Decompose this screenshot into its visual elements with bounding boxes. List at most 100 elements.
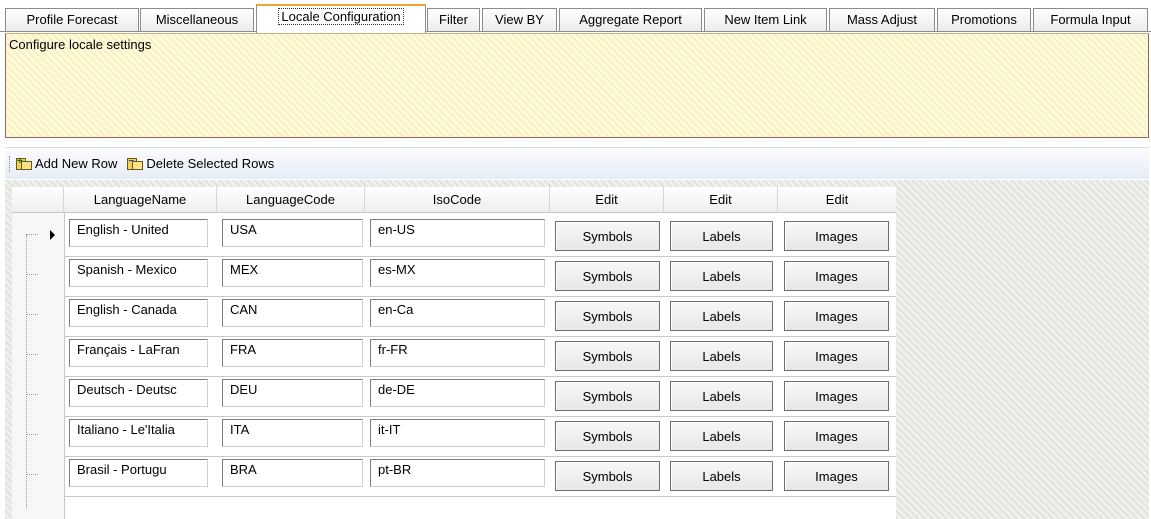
language-name-cell[interactable]: Italiano - Le'Italia [69, 419, 208, 447]
tab-strip-divider [0, 31, 1151, 32]
edit-images-button[interactable]: Images [784, 341, 889, 371]
edit-images-button[interactable]: Images [784, 221, 889, 251]
column-header-label: LanguageName [93, 192, 187, 207]
column-header-label: Edit [709, 192, 732, 207]
tree-connector [26, 314, 38, 315]
grid-toolbar: + Add New Row − Delete Selected Rows [5, 147, 1149, 179]
iso-code-cell[interactable]: en-US [370, 219, 545, 247]
language-name-cell[interactable]: Deutsch - Deutsc [69, 379, 208, 407]
tab-aggregate-report[interactable]: Aggregate Report [559, 8, 702, 31]
toolbar-grip[interactable] [9, 155, 12, 172]
edit-images-button[interactable]: Images [784, 301, 889, 331]
tab-label: Locale Configuration [278, 8, 404, 25]
add-new-row-label: Add New Row [35, 156, 118, 171]
column-header-iso-code[interactable]: IsoCode [365, 187, 550, 213]
row-separator [64, 296, 896, 297]
language-name-cell[interactable]: Français - LaFran [69, 339, 208, 367]
language-code-cell[interactable]: FRA [222, 339, 363, 367]
tab-label: Formula Input [1050, 12, 1131, 27]
description-panel: Configure locale settings [5, 33, 1149, 138]
tree-connector [26, 234, 38, 235]
tab-label: New Item Link [724, 12, 807, 27]
language-name-cell[interactable]: Brasil - Portugu [69, 459, 208, 487]
iso-code-cell[interactable]: es-MX [370, 259, 545, 287]
edit-labels-button[interactable]: Labels [670, 381, 773, 411]
tree-connector [26, 394, 38, 395]
tab-label: Promotions [951, 12, 1017, 27]
edit-labels-button[interactable]: Labels [670, 461, 773, 491]
tree-connector [26, 354, 38, 355]
row-separator [64, 416, 896, 417]
edit-symbols-button[interactable]: Symbols [555, 341, 660, 371]
tab-locale-configuration[interactable]: Locale Configuration [256, 4, 426, 33]
tab-strip: Profile Forecast Miscellaneous Locale Co… [0, 0, 1151, 33]
tree-connector [26, 274, 38, 275]
iso-code-cell[interactable]: de-DE [370, 379, 545, 407]
locale-grid: LanguageName LanguageCode IsoCode Edit E… [12, 187, 896, 519]
edit-images-button[interactable]: Images [784, 261, 889, 291]
tab-miscellaneous[interactable]: Miscellaneous [140, 8, 254, 31]
column-header-language-code[interactable]: LanguageCode [217, 187, 365, 213]
edit-images-button[interactable]: Images [784, 381, 889, 411]
tab-filter[interactable]: Filter [427, 8, 480, 31]
edit-symbols-button[interactable]: Symbols [555, 221, 660, 251]
column-header-label: Edit [825, 192, 849, 207]
edit-symbols-button[interactable]: Symbols [555, 461, 660, 491]
row-separator [64, 376, 896, 377]
column-header-edit-symbols[interactable]: Edit [550, 187, 664, 213]
tab-label: Profile Forecast [26, 12, 118, 27]
row-header-corner [12, 187, 64, 213]
grid-area: LanguageName LanguageCode IsoCode Edit E… [5, 180, 1149, 519]
tab-label: Filter [439, 12, 468, 27]
edit-images-button[interactable]: Images [784, 461, 889, 491]
add-row-icon: + [16, 156, 32, 170]
iso-code-cell[interactable]: pt-BR [370, 459, 545, 487]
add-new-row-button[interactable]: + Add New Row [16, 156, 117, 171]
tab-new-item-link[interactable]: New Item Link [704, 8, 827, 31]
tab-mass-adjust[interactable]: Mass Adjust [829, 8, 935, 31]
language-code-cell[interactable]: ITA [222, 419, 363, 447]
column-header-edit-labels[interactable]: Edit [664, 187, 778, 213]
language-code-cell[interactable]: USA [222, 219, 363, 247]
tab-view-by[interactable]: View BY [482, 8, 557, 31]
tree-connector [26, 434, 38, 435]
delete-selected-rows-label: Delete Selected Rows [146, 156, 275, 171]
iso-code-cell[interactable]: fr-FR [370, 339, 545, 367]
edit-labels-button[interactable]: Labels [670, 301, 773, 331]
tab-promotions[interactable]: Promotions [937, 8, 1031, 31]
edit-symbols-button[interactable]: Symbols [555, 261, 660, 291]
iso-code-cell[interactable]: en-Ca [370, 299, 545, 327]
column-header-label: IsoCode [432, 192, 482, 207]
language-code-cell[interactable]: BRA [222, 459, 363, 487]
tab-label: Aggregate Report [579, 12, 682, 27]
row-separator [64, 456, 896, 457]
language-name-cell[interactable]: Spanish - Mexico [69, 259, 208, 287]
row-header-strip [12, 213, 65, 519]
tab-label: View BY [495, 12, 544, 27]
language-code-cell[interactable]: MEX [222, 259, 363, 287]
tab-formula-input[interactable]: Formula Input [1033, 8, 1148, 31]
language-name-cell[interactable]: English - United [69, 219, 208, 247]
edit-labels-button[interactable]: Labels [670, 341, 773, 371]
delete-selected-rows-button[interactable]: − Delete Selected Rows [127, 156, 274, 171]
tab-profile-forecast[interactable]: Profile Forecast [5, 8, 139, 31]
tree-connector [26, 474, 38, 475]
edit-symbols-button[interactable]: Symbols [555, 301, 660, 331]
column-header-label: Edit [595, 192, 618, 207]
column-header-edit-images[interactable]: Edit [778, 187, 896, 213]
edit-symbols-button[interactable]: Symbols [555, 381, 660, 411]
current-row-indicator-icon [50, 230, 55, 240]
row-separator [64, 496, 896, 497]
edit-labels-button[interactable]: Labels [670, 221, 773, 251]
edit-labels-button[interactable]: Labels [670, 421, 773, 451]
language-code-cell[interactable]: DEU [222, 379, 363, 407]
tab-label: Mass Adjust [846, 12, 918, 27]
iso-code-cell[interactable]: it-IT [370, 419, 545, 447]
edit-labels-button[interactable]: Labels [670, 261, 773, 291]
column-header-language-name[interactable]: LanguageName [64, 187, 217, 213]
edit-symbols-button[interactable]: Symbols [555, 421, 660, 451]
language-name-cell[interactable]: English - Canada [69, 299, 208, 327]
edit-images-button[interactable]: Images [784, 421, 889, 451]
language-code-cell[interactable]: CAN [222, 299, 363, 327]
description-text: Configure locale settings [9, 37, 152, 52]
